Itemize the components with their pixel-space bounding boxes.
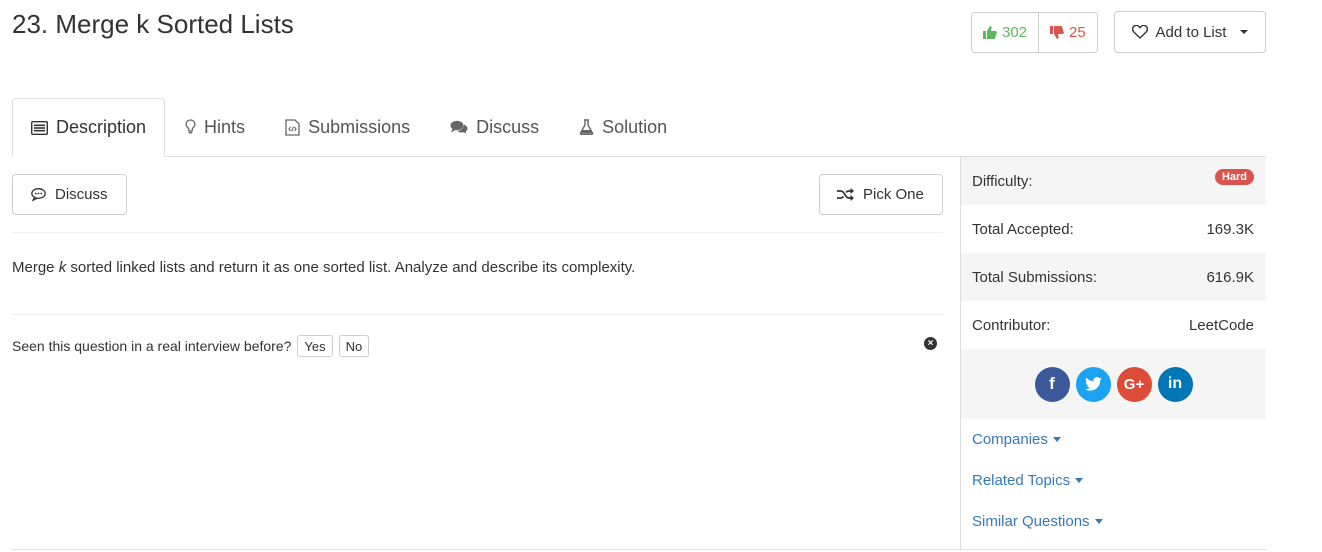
- stats-sidebar: Difficulty: Hard Total Accepted: 169.3K …: [960, 157, 1266, 550]
- difficulty-label: Difficulty:: [972, 172, 1033, 190]
- upvote-count: 302: [1002, 24, 1028, 41]
- social-share: f G+ in: [961, 349, 1266, 419]
- yes-button[interactable]: Yes: [297, 335, 333, 357]
- submissions-row: Total Submissions: 616.9K: [961, 253, 1266, 301]
- problem-tabs: Description Hints Submissions Discuss So…: [12, 98, 1266, 157]
- close-icon[interactable]: ×: [924, 337, 937, 350]
- caret-down-icon: [1052, 437, 1061, 442]
- tab-label: Hints: [204, 116, 246, 137]
- accepted-row: Total Accepted: 169.3K: [961, 205, 1266, 253]
- submissions-value: 616.9K: [1206, 268, 1254, 286]
- difficulty-row: Difficulty: Hard: [961, 157, 1266, 205]
- downvote-count: 25: [1069, 24, 1086, 41]
- tab-label: Description: [56, 117, 147, 137]
- flask-icon: [579, 119, 594, 135]
- accepted-value: 169.3K: [1206, 220, 1254, 238]
- tab-label: Submissions: [308, 116, 411, 137]
- interview-prompt: Seen this question in a real interview b…: [12, 335, 370, 357]
- twitter-icon[interactable]: [1075, 366, 1111, 402]
- pick-one-label: Pick One: [863, 186, 924, 203]
- similar-questions-link[interactable]: Similar Questions: [961, 501, 1266, 542]
- companies-link[interactable]: Companies: [961, 419, 1266, 460]
- accepted-label: Total Accepted:: [972, 220, 1074, 238]
- pick-one-button[interactable]: Pick One: [819, 174, 943, 215]
- tab-solution[interactable]: Solution: [559, 98, 687, 156]
- submissions-label: Total Submissions:: [972, 268, 1098, 286]
- comment-icon: [31, 188, 46, 201]
- problem-description: Merge k sorted linked lists and return i…: [12, 259, 636, 276]
- interview-question: Seen this question in a real interview b…: [12, 338, 292, 354]
- add-to-list-button[interactable]: Add to List: [1114, 11, 1266, 53]
- discuss-button-label: Discuss: [55, 186, 108, 203]
- thumbs-up-icon: [983, 26, 997, 39]
- related-links: Companies Related Topics Similar Questio…: [961, 419, 1266, 542]
- tab-label: Discuss: [476, 116, 540, 137]
- tab-label: Solution: [602, 116, 668, 137]
- heart-icon: [1131, 25, 1148, 39]
- lightbulb-icon: [185, 119, 196, 134]
- comments-icon: [450, 120, 468, 134]
- related-topics-link[interactable]: Related Topics: [961, 460, 1266, 501]
- chevron-down-icon: [1240, 30, 1249, 34]
- upvote-button[interactable]: 302: [972, 13, 1039, 52]
- thumbs-down-icon: [1050, 26, 1064, 39]
- caret-down-icon: [1075, 478, 1084, 483]
- code-file-icon: [285, 118, 300, 136]
- difficulty-badge: Hard: [1214, 169, 1254, 185]
- downvote-button[interactable]: 25: [1038, 13, 1097, 52]
- caret-down-icon: [1094, 519, 1103, 524]
- page-title: 23. Merge k Sorted Lists: [12, 9, 294, 39]
- tab-hints[interactable]: Hints: [165, 98, 265, 156]
- vote-group: 302 25: [971, 12, 1098, 53]
- list-icon: [31, 120, 48, 135]
- facebook-icon[interactable]: f: [1034, 366, 1070, 402]
- google-plus-icon[interactable]: G+: [1116, 366, 1152, 402]
- contributor-row: Contributor: LeetCode: [961, 301, 1266, 349]
- shuffle-icon: [837, 188, 854, 201]
- tab-description[interactable]: Description: [12, 98, 166, 157]
- divider: [12, 314, 943, 315]
- add-to-list-label: Add to List: [1155, 23, 1227, 41]
- contributor-label: Contributor:: [972, 316, 1051, 334]
- contributor-value: LeetCode: [1188, 316, 1254, 334]
- tab-discuss[interactable]: Discuss: [430, 98, 559, 156]
- tab-submissions[interactable]: Submissions: [265, 98, 430, 156]
- divider: [12, 232, 943, 233]
- discuss-button[interactable]: Discuss: [12, 174, 127, 215]
- linkedin-icon[interactable]: in: [1157, 366, 1193, 402]
- no-button[interactable]: No: [338, 335, 370, 357]
- divider: [12, 549, 1266, 550]
